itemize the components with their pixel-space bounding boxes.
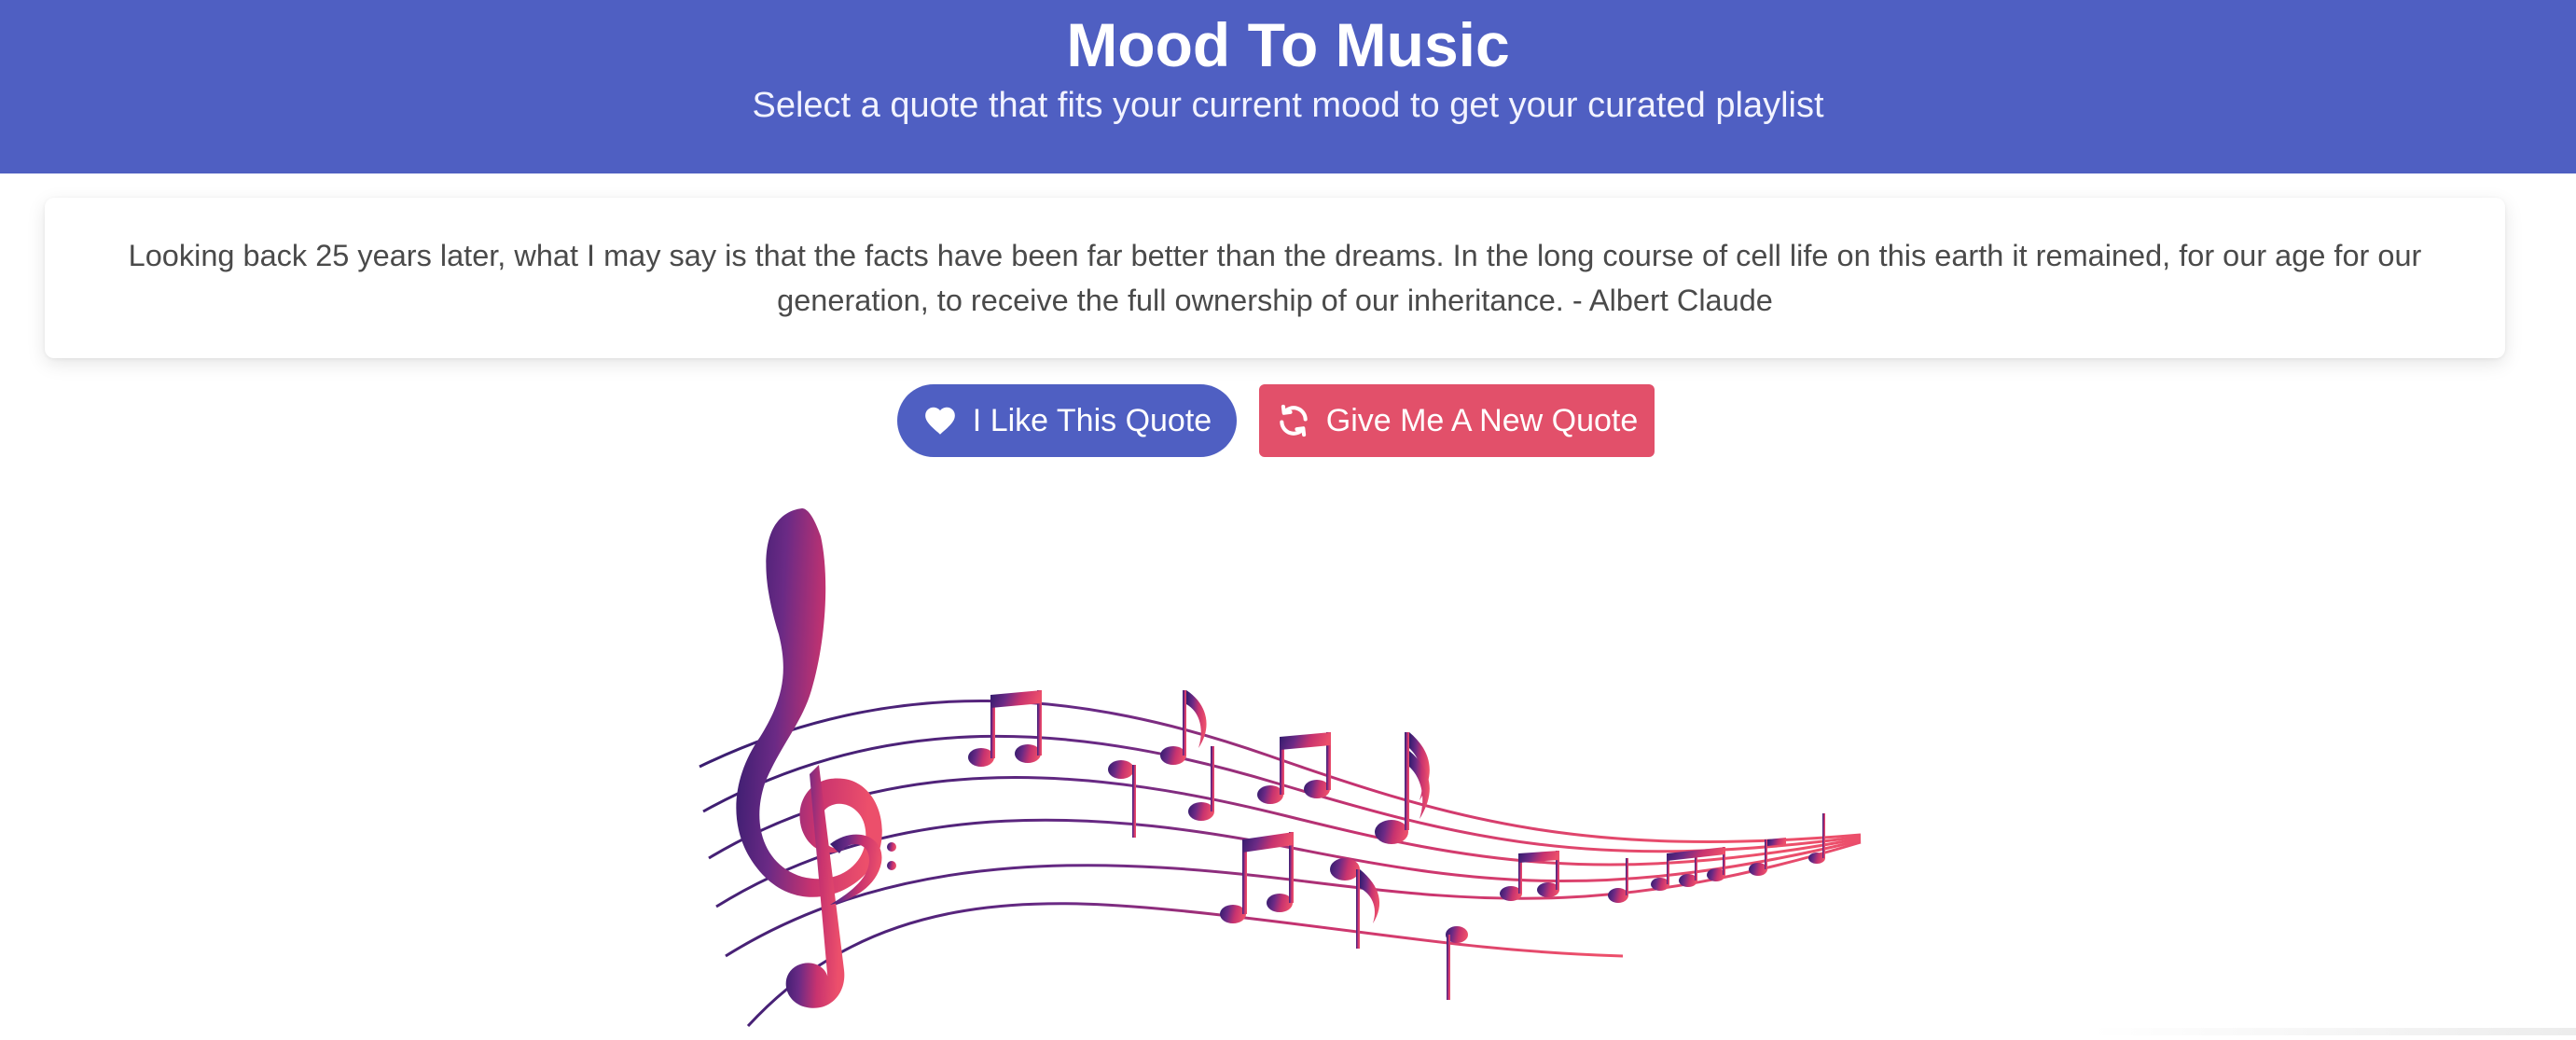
like-quote-button[interactable]: I Like This Quote xyxy=(897,384,1237,457)
quote-text: Looking back 25 years later, what I may … xyxy=(110,233,2440,323)
page-title: Mood To Music xyxy=(0,4,2576,86)
quote-card: Looking back 25 years later, what I may … xyxy=(45,198,2505,358)
music-staff-icon xyxy=(690,504,1875,1035)
music-notes-illustration xyxy=(690,504,1875,1035)
page-bottom-edge xyxy=(2091,1028,2576,1035)
app-header: Mood To Music Select a quote that fits y… xyxy=(0,0,2576,173)
new-quote-button[interactable]: Give Me A New Quote xyxy=(1259,384,1655,457)
heart-icon xyxy=(922,403,958,438)
new-quote-label: Give Me A New Quote xyxy=(1326,403,1639,439)
like-quote-label: I Like This Quote xyxy=(973,403,1212,439)
refresh-icon xyxy=(1276,403,1311,438)
page-subtitle: Select a quote that fits your current mo… xyxy=(0,80,2576,131)
